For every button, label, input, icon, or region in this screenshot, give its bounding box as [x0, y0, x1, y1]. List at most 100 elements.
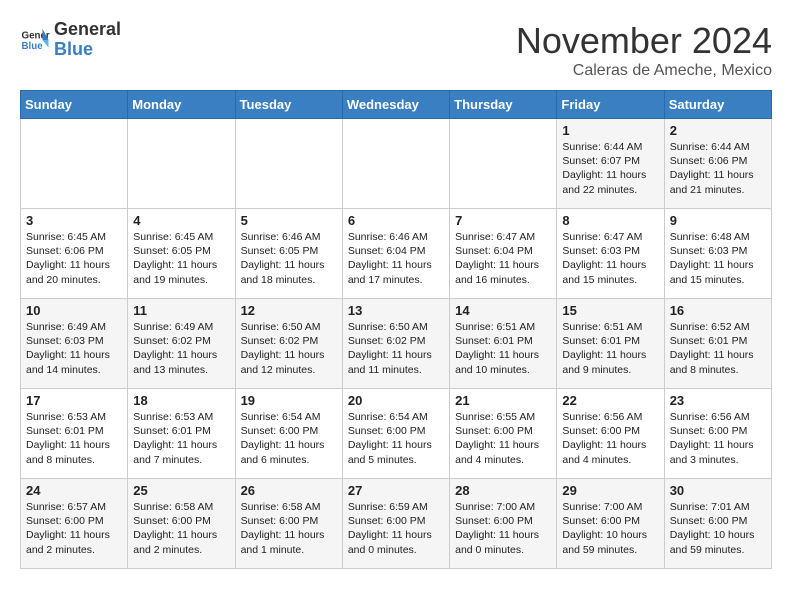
day-number: 20 — [348, 393, 444, 408]
calendar-cell — [128, 119, 235, 209]
weekday-header-saturday: Saturday — [664, 91, 771, 119]
calendar-cell: 28Sunrise: 7:00 AM Sunset: 6:00 PM Dayli… — [450, 479, 557, 569]
day-number: 30 — [670, 483, 766, 498]
calendar-week-row: 3Sunrise: 6:45 AM Sunset: 6:06 PM Daylig… — [21, 209, 772, 299]
day-info: Sunrise: 6:56 AM Sunset: 6:00 PM Dayligh… — [562, 410, 658, 467]
day-info: Sunrise: 6:50 AM Sunset: 6:02 PM Dayligh… — [241, 320, 337, 377]
day-number: 4 — [133, 213, 229, 228]
day-number: 9 — [670, 213, 766, 228]
day-info: Sunrise: 6:52 AM Sunset: 6:01 PM Dayligh… — [670, 320, 766, 377]
title-block: November 2024 Caleras de Ameche, Mexico — [516, 20, 772, 80]
day-info: Sunrise: 6:53 AM Sunset: 6:01 PM Dayligh… — [26, 410, 122, 467]
calendar-cell: 9Sunrise: 6:48 AM Sunset: 6:03 PM Daylig… — [664, 209, 771, 299]
day-number: 3 — [26, 213, 122, 228]
page-header: General Blue General Blue November 2024 … — [20, 20, 772, 80]
day-number: 26 — [241, 483, 337, 498]
day-number: 14 — [455, 303, 551, 318]
day-info: Sunrise: 6:51 AM Sunset: 6:01 PM Dayligh… — [562, 320, 658, 377]
day-info: Sunrise: 6:57 AM Sunset: 6:00 PM Dayligh… — [26, 500, 122, 557]
day-info: Sunrise: 6:54 AM Sunset: 6:00 PM Dayligh… — [348, 410, 444, 467]
calendar-cell: 24Sunrise: 6:57 AM Sunset: 6:00 PM Dayli… — [21, 479, 128, 569]
calendar-cell: 12Sunrise: 6:50 AM Sunset: 6:02 PM Dayli… — [235, 299, 342, 389]
calendar-header: SundayMondayTuesdayWednesdayThursdayFrid… — [21, 91, 772, 119]
calendar-cell: 30 Sunrise: 7:01 AM Sunset: 6:00 PM Dayli… — [664, 479, 771, 569]
calendar-week-row: 17Sunrise: 6:53 AM Sunset: 6:01 PM Dayli… — [21, 389, 772, 479]
calendar-cell: 23 Sunrise: 6:56 AM Sunset: 6:00 PM Dayli… — [664, 389, 771, 479]
calendar-cell — [21, 119, 128, 209]
day-info: Sunrise: 6:44 AM Sunset: 6:06 PM Dayligh… — [670, 140, 766, 197]
day-number: 2 — [670, 123, 766, 138]
day-info: Sunrise: 6:55 AM Sunset: 6:00 PM Dayligh… — [455, 410, 551, 467]
day-info: Sunrise: 6:58 AM Sunset: 6:00 PM Dayligh… — [133, 500, 229, 557]
calendar-cell — [450, 119, 557, 209]
calendar-cell: 21 Sunrise: 6:55 AM Sunset: 6:00 PM Dayli… — [450, 389, 557, 479]
calendar-cell: 22Sunrise: 6:56 AM Sunset: 6:00 PM Dayli… — [557, 389, 664, 479]
day-number: 23 — [670, 393, 766, 408]
day-info: Sunrise: 6:51 AM Sunset: 6:01 PM Dayligh… — [455, 320, 551, 377]
calendar-cell: 29Sunrise: 7:00 AM Sunset: 6:00 PM Dayli… — [557, 479, 664, 569]
calendar-cell: 11 Sunrise: 6:49 AM Sunset: 6:02 PM Dayli… — [128, 299, 235, 389]
calendar-cell: 4 Sunrise: 6:45 AM Sunset: 6:05 PM Daylig… — [128, 209, 235, 299]
calendar-cell: 18Sunrise: 6:53 AM Sunset: 6:01 PM Dayli… — [128, 389, 235, 479]
calendar-cell: 13Sunrise: 6:50 AM Sunset: 6:02 PM Dayli… — [342, 299, 449, 389]
weekday-header-friday: Friday — [557, 91, 664, 119]
logo-text: General Blue — [54, 20, 121, 60]
weekday-header-monday: Monday — [128, 91, 235, 119]
day-info: Sunrise: 6:46 AM Sunset: 6:04 PM Dayligh… — [348, 230, 444, 287]
day-number: 29 — [562, 483, 658, 498]
calendar-cell: 6 Sunrise: 6:46 AM Sunset: 6:04 PM Daylig… — [342, 209, 449, 299]
day-number: 25 — [133, 483, 229, 498]
day-number: 27 — [348, 483, 444, 498]
calendar-body: 1 Sunrise: 6:44 AM Sunset: 6:07 PM Daylig… — [21, 119, 772, 569]
calendar-cell: 14 Sunrise: 6:51 AM Sunset: 6:01 PM Dayli… — [450, 299, 557, 389]
day-number: 1 — [562, 123, 658, 138]
logo: General Blue General Blue — [20, 20, 121, 60]
svg-text:Blue: Blue — [22, 41, 44, 52]
weekday-header-wednesday: Wednesday — [342, 91, 449, 119]
day-info: Sunrise: 6:50 AM Sunset: 6:02 PM Dayligh… — [348, 320, 444, 377]
calendar-cell: 2 Sunrise: 6:44 AM Sunset: 6:06 PM Daylig… — [664, 119, 771, 209]
calendar-cell: 26 Sunrise: 6:58 AM Sunset: 6:00 PM Dayli… — [235, 479, 342, 569]
day-info: Sunrise: 6:59 AM Sunset: 6:00 PM Dayligh… — [348, 500, 444, 557]
calendar-table: SundayMondayTuesdayWednesdayThursdayFrid… — [20, 90, 772, 569]
day-number: 11 — [133, 303, 229, 318]
calendar-cell: 19Sunrise: 6:54 AM Sunset: 6:00 PM Dayli… — [235, 389, 342, 479]
weekday-header-sunday: Sunday — [21, 91, 128, 119]
logo-icon: General Blue — [20, 25, 50, 55]
calendar-cell: 25 Sunrise: 6:58 AM Sunset: 6:00 PM Dayli… — [128, 479, 235, 569]
day-number: 21 — [455, 393, 551, 408]
day-info: Sunrise: 6:47 AM Sunset: 6:03 PM Dayligh… — [562, 230, 658, 287]
day-number: 15 — [562, 303, 658, 318]
day-number: 28 — [455, 483, 551, 498]
calendar-cell: 5 Sunrise: 6:46 AM Sunset: 6:05 PM Daylig… — [235, 209, 342, 299]
day-info: Sunrise: 6:54 AM Sunset: 6:00 PM Dayligh… — [241, 410, 337, 467]
day-number: 6 — [348, 213, 444, 228]
day-number: 16 — [670, 303, 766, 318]
day-info: Sunrise: 6:53 AM Sunset: 6:01 PM Dayligh… — [133, 410, 229, 467]
day-number: 5 — [241, 213, 337, 228]
weekday-header-thursday: Thursday — [450, 91, 557, 119]
location: Caleras de Ameche, Mexico — [516, 62, 772, 80]
calendar-week-row: 24Sunrise: 6:57 AM Sunset: 6:00 PM Dayli… — [21, 479, 772, 569]
calendar-week-row: 1 Sunrise: 6:44 AM Sunset: 6:07 PM Daylig… — [21, 119, 772, 209]
calendar-cell: 27 Sunrise: 6:59 AM Sunset: 6:00 PM Dayli… — [342, 479, 449, 569]
calendar-cell: 7Sunrise: 6:47 AM Sunset: 6:04 PM Daylig… — [450, 209, 557, 299]
calendar-cell: 1 Sunrise: 6:44 AM Sunset: 6:07 PM Daylig… — [557, 119, 664, 209]
calendar-cell: 17Sunrise: 6:53 AM Sunset: 6:01 PM Dayli… — [21, 389, 128, 479]
calendar-cell: 20 Sunrise: 6:54 AM Sunset: 6:00 PM Dayli… — [342, 389, 449, 479]
day-info: Sunrise: 6:58 AM Sunset: 6:00 PM Dayligh… — [241, 500, 337, 557]
day-info: Sunrise: 7:01 AM Sunset: 6:00 PM Dayligh… — [670, 500, 766, 557]
calendar-cell — [235, 119, 342, 209]
day-info: Sunrise: 6:45 AM Sunset: 6:05 PM Dayligh… — [133, 230, 229, 287]
day-number: 7 — [455, 213, 551, 228]
day-info: Sunrise: 6:44 AM Sunset: 6:07 PM Dayligh… — [562, 140, 658, 197]
day-number: 10 — [26, 303, 122, 318]
day-info: Sunrise: 6:56 AM Sunset: 6:00 PM Dayligh… — [670, 410, 766, 467]
day-number: 8 — [562, 213, 658, 228]
day-info: Sunrise: 6:49 AM Sunset: 6:02 PM Dayligh… — [133, 320, 229, 377]
calendar-cell: 10Sunrise: 6:49 AM Sunset: 6:03 PM Dayli… — [21, 299, 128, 389]
day-info: Sunrise: 6:46 AM Sunset: 6:05 PM Dayligh… — [241, 230, 337, 287]
weekday-row: SundayMondayTuesdayWednesdayThursdayFrid… — [21, 91, 772, 119]
calendar-cell: 8 Sunrise: 6:47 AM Sunset: 6:03 PM Daylig… — [557, 209, 664, 299]
calendar-cell: 3Sunrise: 6:45 AM Sunset: 6:06 PM Daylig… — [21, 209, 128, 299]
